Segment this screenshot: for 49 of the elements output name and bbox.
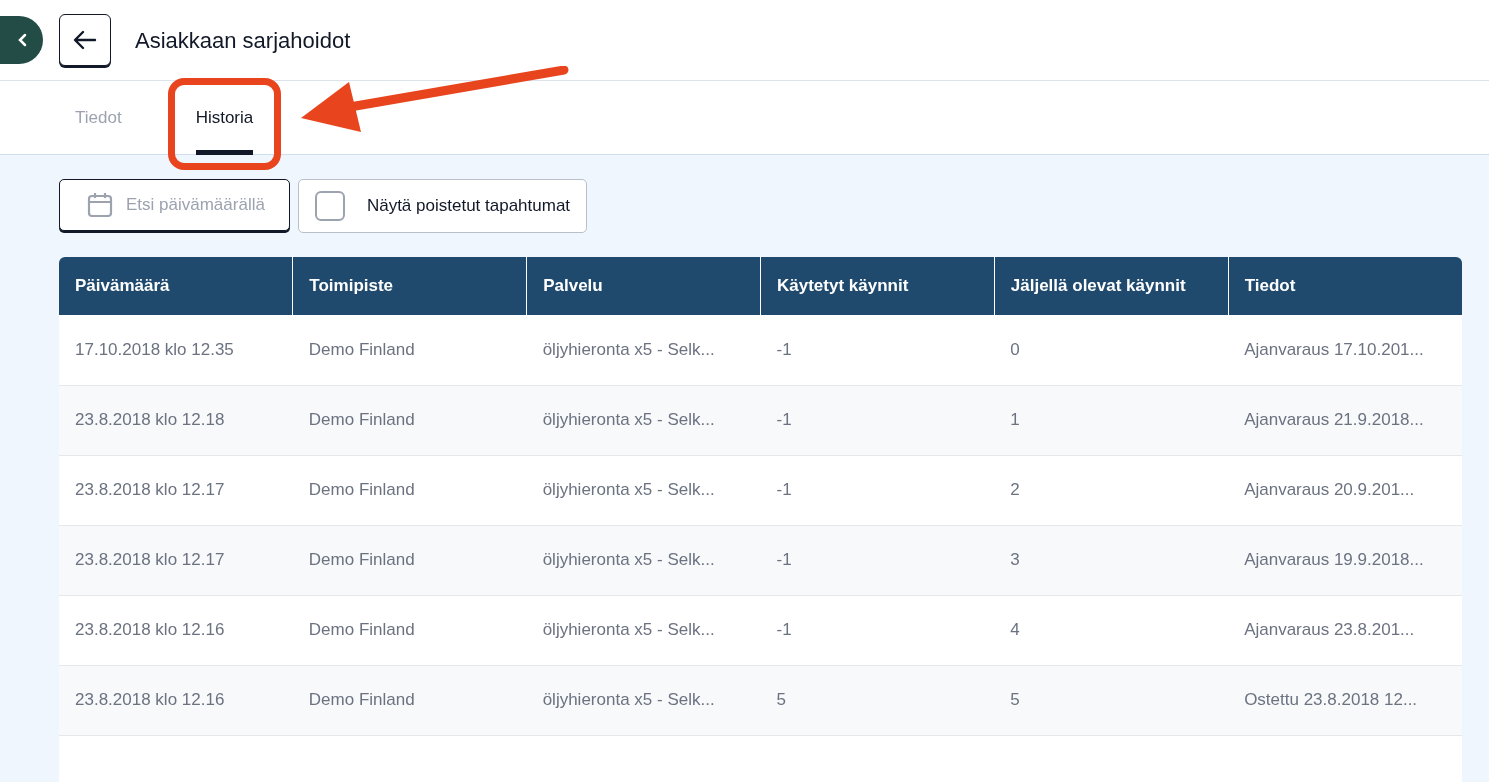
table-cell: 4: [994, 595, 1229, 665]
column-header[interactable]: Palvelu: [526, 257, 761, 315]
table-cell: Demo Finland: [292, 455, 527, 525]
table-cell: öljyhieronta x5 - Selk...: [526, 525, 761, 595]
column-header[interactable]: Tiedot: [1228, 257, 1462, 315]
table-cell: Demo Finland: [292, 385, 527, 455]
table-cell: Ajanvaraus 23.8.201...: [1228, 595, 1462, 665]
table-cell: 5: [994, 665, 1229, 735]
table-cell: Ajanvaraus 21.9.2018...: [1228, 385, 1462, 455]
column-header[interactable]: Toimipiste: [292, 257, 527, 315]
page-title: Asiakkaan sarjahoidot: [135, 26, 351, 55]
table-cell: 23.8.2018 klo 12.18: [59, 385, 293, 455]
table-cell: öljyhieronta x5 - Selk...: [526, 665, 761, 735]
table-cell: -1: [760, 385, 995, 455]
table-cell: -1: [760, 595, 995, 665]
back-button[interactable]: [59, 14, 111, 66]
tab[interactable]: Historia: [179, 81, 270, 155]
column-header[interactable]: Jäljellä olevat käynnit: [994, 257, 1229, 315]
table-cell: Demo Finland: [292, 315, 527, 385]
table-cell: Ostettu 23.8.2018 12...: [1228, 665, 1462, 735]
table-cell: 23.8.2018 klo 12.17: [59, 455, 293, 525]
table-cell: Demo Finland: [292, 525, 527, 595]
table-cell: öljyhieronta x5 - Selk...: [526, 455, 761, 525]
table-cell: 17.10.2018 klo 12.35: [59, 315, 293, 385]
show-deleted-checkbox[interactable]: Näytä poistetut tapahtumat: [297, 179, 588, 233]
arrow-left-icon: [73, 30, 97, 50]
table-cell: Demo Finland: [292, 665, 527, 735]
table-cell: öljyhieronta x5 - Selk...: [526, 385, 761, 455]
table-cell: öljyhieronta x5 - Selk...: [526, 315, 761, 385]
table-cell: 5: [760, 665, 995, 735]
table-cell: öljyhieronta x5 - Selk...: [526, 595, 761, 665]
table-cell: 3: [994, 525, 1229, 595]
table-cell: -1: [760, 455, 995, 525]
table-cell: Ajanvaraus 20.9.201...: [1228, 455, 1462, 525]
column-header[interactable]: Päivämäärä: [59, 257, 293, 315]
table-cell: 23.8.2018 klo 12.17: [59, 525, 293, 595]
table-cell: 23.8.2018 klo 12.16: [59, 595, 293, 665]
table-cell: 1: [994, 385, 1229, 455]
table-cell: 2: [994, 455, 1229, 525]
chevron-left-icon: [17, 33, 29, 47]
table-cell: Demo Finland: [292, 595, 527, 665]
table-cell: -1: [760, 315, 995, 385]
table-cell: Ajanvaraus 19.9.2018...: [1228, 525, 1462, 595]
column-header[interactable]: Käytetyt käynnit: [760, 257, 995, 315]
table-cell: Ajanvaraus 17.10.201...: [1228, 315, 1462, 385]
table-cell: -1: [760, 525, 995, 595]
table-cell: 23.8.2018 klo 12.16: [59, 665, 293, 735]
calendar-icon: [86, 191, 114, 219]
table-cell: 0: [994, 315, 1229, 385]
